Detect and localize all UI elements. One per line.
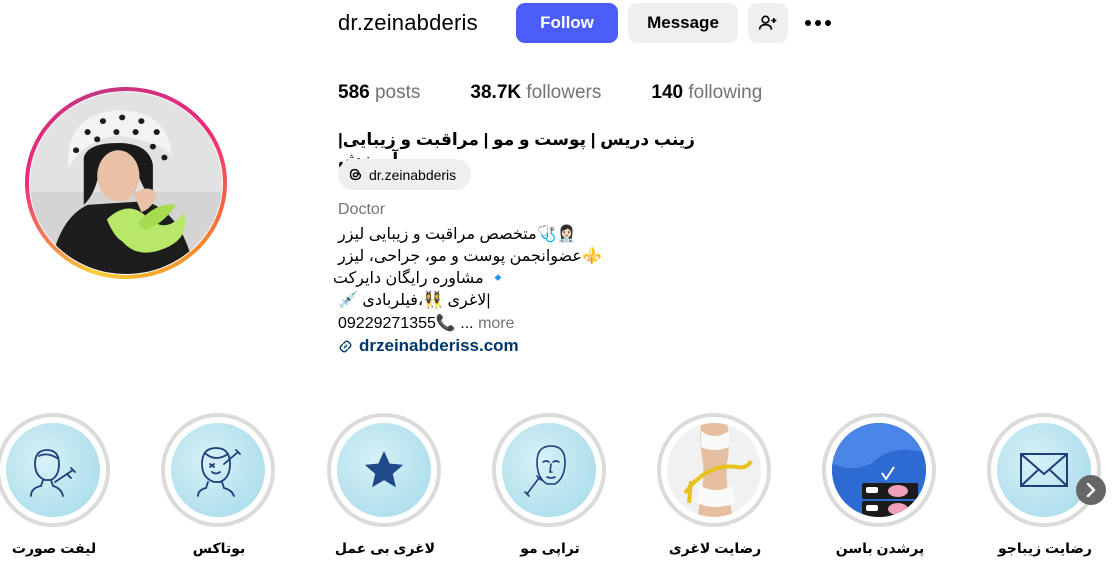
posts-stat: 586 posts — [338, 82, 420, 104]
followers-count: 38.7K — [470, 82, 522, 103]
botox-injection-icon — [197, 447, 241, 497]
threads-handle: dr.zeinabderis — [369, 166, 457, 183]
highlight-ring — [657, 413, 771, 527]
bio-phone-line: 09229271355📞 ... more — [338, 313, 515, 333]
threads-icon — [349, 168, 362, 181]
bio-ellipsis: ... — [460, 315, 474, 332]
highlight-ring — [987, 413, 1101, 527]
bio-line: |لاغری 👯‍♀️،فیلربادی 💉 — [338, 292, 491, 309]
face-injection-icon — [524, 445, 566, 497]
highlight-label: لاغری بی عمل — [334, 540, 436, 556]
followers-label: followers — [526, 82, 602, 103]
highlight-label: رضایت زیباجو — [998, 540, 1092, 556]
avatar-photo — [30, 92, 222, 274]
highlight-cover — [997, 423, 1091, 517]
followers-stat[interactable]: 38.7K followers — [470, 82, 601, 104]
following-stat[interactable]: 140 following — [651, 82, 762, 104]
profile-stats: 586 posts 38.7K followers 140 following — [338, 82, 812, 104]
body-measure-photo — [667, 423, 761, 517]
add-person-icon — [758, 15, 777, 30]
highlight-ring — [492, 413, 606, 527]
profile-category: Doctor — [338, 201, 386, 218]
before-after-photo — [832, 423, 926, 517]
posts-label: posts — [374, 82, 421, 103]
highlight-ring — [161, 413, 275, 527]
highlight-cover — [337, 423, 431, 517]
following-count: 140 — [651, 82, 684, 103]
phone-number: 09229271355📞 — [338, 315, 456, 332]
following-label: following — [688, 82, 763, 103]
link-icon — [339, 340, 352, 352]
highlight-label: رضایت لاغری — [668, 540, 762, 556]
face-thread-lift-icon — [30, 449, 76, 497]
threads-badge[interactable]: dr.zeinabderis — [338, 159, 471, 190]
website-link[interactable]: drzeinabderiss.com — [338, 336, 519, 356]
highlight-ring — [822, 413, 936, 527]
follow-button[interactable]: Follow — [516, 3, 618, 43]
highlight-ring — [0, 413, 110, 527]
highlight-cover — [171, 423, 265, 517]
highlight-label: بوتاکس — [192, 540, 246, 556]
bio-line: 👩🏻‍⚕️🩺متخصص مراقبت و زیبایی لیزر — [338, 226, 577, 243]
more-options-button[interactable] — [800, 3, 836, 43]
highlight-label: تراپی مو — [520, 540, 580, 556]
bio-more-link[interactable]: more — [478, 315, 514, 332]
profile-username: dr.zeinabderis — [338, 10, 478, 35]
highlight-cover — [832, 423, 926, 517]
highlight-cover — [6, 423, 100, 517]
website-url: drzeinabderiss.com — [359, 336, 519, 355]
suggested-accounts-button[interactable] — [748, 3, 788, 43]
bio-line: 🔹 مشاوره رایگان دایرکت — [332, 270, 508, 287]
chevron-right-icon — [1086, 483, 1096, 497]
envelope-icon — [1020, 453, 1068, 487]
highlight-label: لیفت صورت — [11, 540, 97, 556]
highlight-cover — [502, 423, 596, 517]
message-button[interactable]: Message — [628, 3, 738, 43]
posts-count: 586 — [338, 82, 370, 103]
profile-avatar-ring[interactable] — [25, 87, 227, 279]
avatar[interactable] — [30, 92, 222, 274]
highlights-next-button[interactable] — [1076, 475, 1106, 505]
highlight-cover — [667, 423, 761, 517]
highlight-ring — [327, 413, 441, 527]
star-icon — [364, 450, 404, 488]
bio-line: ⚜️عضوانجمن پوست و مو، جراحی، لیزر — [338, 248, 602, 265]
highlight-label: پرشدن باسن — [835, 540, 925, 556]
more-dots-icon — [805, 20, 831, 26]
